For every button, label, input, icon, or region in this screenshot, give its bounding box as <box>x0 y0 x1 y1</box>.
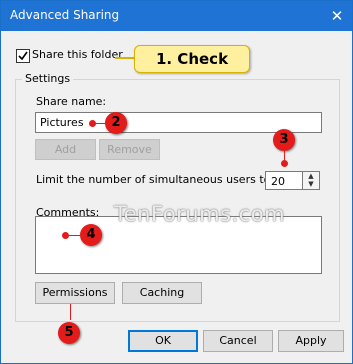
ok-button[interactable]: OK <box>128 330 198 352</box>
marker-5-line <box>70 304 71 320</box>
add-button[interactable]: Add <box>35 139 96 160</box>
share-folder-checkbox[interactable] <box>16 49 30 63</box>
watermark: TenForums.com <box>114 202 286 226</box>
marker-3: 3 <box>273 129 295 151</box>
marker-3-dot <box>281 160 288 167</box>
cancel-button[interactable]: Cancel <box>203 330 273 352</box>
callout-pointer <box>115 57 135 59</box>
share-folder-label[interactable]: Share this folder <box>32 48 123 61</box>
apply-button[interactable]: Apply <box>278 330 344 352</box>
user-limit-label: Limit the number of simultaneous users t… <box>36 173 275 186</box>
permissions-button[interactable]: Permissions <box>35 282 115 304</box>
settings-group-label: Settings <box>22 72 74 85</box>
marker-2: 2 <box>105 112 127 134</box>
spin-down-icon[interactable]: ▼ <box>303 180 319 188</box>
user-limit-input[interactable]: 20 <box>265 171 303 190</box>
remove-button[interactable]: Remove <box>99 139 160 160</box>
share-name-value: Pictures <box>40 116 84 129</box>
user-limit-spinner[interactable]: ▲ ▼ <box>302 171 320 190</box>
spin-up-icon[interactable]: ▲ <box>303 172 319 180</box>
title-bar[interactable]: Advanced Sharing ✕ <box>1 1 352 31</box>
checkmark-icon <box>18 51 28 61</box>
marker-4-line <box>66 235 80 236</box>
user-limit-value: 20 <box>271 175 285 188</box>
window-title: Advanced Sharing <box>10 8 120 22</box>
marker-4: 4 <box>80 224 102 246</box>
check-callout: 1. Check <box>134 45 250 73</box>
caching-button[interactable]: Caching <box>122 282 202 304</box>
close-icon[interactable]: ✕ <box>328 7 346 25</box>
share-name-label: Share name: <box>36 95 107 108</box>
advanced-sharing-dialog: Advanced Sharing ✕ Share this folder 1. … <box>0 0 353 364</box>
marker-5: 5 <box>58 322 80 344</box>
